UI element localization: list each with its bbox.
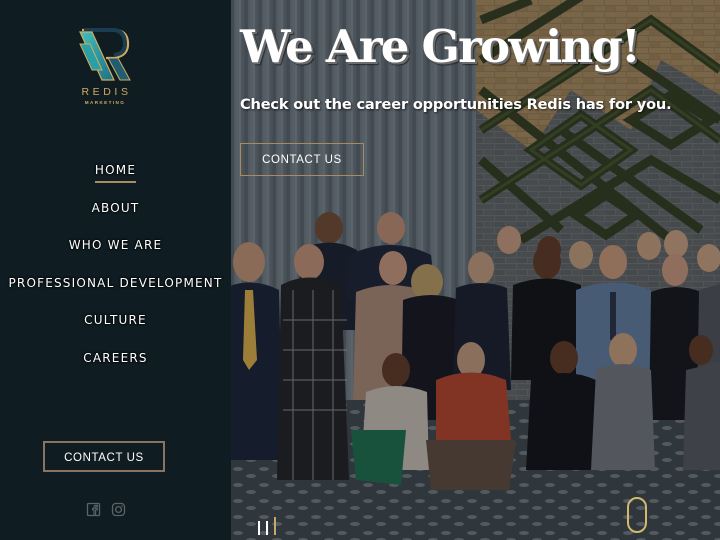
nav-item-home[interactable]: HOME	[0, 160, 231, 198]
brand-logo[interactable]: REDIS MARKETING	[70, 24, 140, 108]
instagram-icon[interactable]	[111, 502, 126, 517]
nav-item-who-we-are[interactable]: WHO WE ARE	[0, 235, 231, 273]
redis-r-monogram-icon	[79, 28, 131, 81]
slider-pagination	[258, 517, 276, 535]
hero-section: We Are Growing! Check out the career opp…	[231, 0, 720, 540]
sidebar-contact-button[interactable]: CONTACT US	[43, 441, 165, 472]
scroll-down-indicator[interactable]	[627, 497, 647, 533]
main-nav: HOME ABOUT WHO WE ARE PROFESSIONAL DEVEL…	[0, 160, 231, 386]
nav-item-careers[interactable]: CAREERS	[0, 348, 231, 386]
brand-tagline: MARKETING	[84, 100, 126, 105]
hero-overlay	[231, 0, 720, 540]
hero-subtitle: Check out the career opportunities Redis…	[240, 96, 672, 113]
slide-indicator-3[interactable]	[274, 517, 276, 535]
nav-item-professional-development[interactable]: PROFESSIONAL DEVELOPMENT	[0, 273, 231, 311]
slide-indicator-2[interactable]	[266, 521, 268, 535]
sidebar: REDIS MARKETING HOME ABOUT WHO WE ARE PR…	[0, 0, 231, 540]
nav-item-culture[interactable]: CULTURE	[0, 310, 231, 348]
hero-title: We Are Growing!	[240, 20, 641, 73]
brand-name: REDIS	[81, 86, 132, 98]
slide-indicator-1[interactable]	[258, 521, 260, 535]
hero-contact-button[interactable]: CONTACT US	[240, 143, 364, 176]
facebook-icon[interactable]	[86, 502, 101, 517]
nav-item-about[interactable]: ABOUT	[0, 198, 231, 236]
social-links	[86, 502, 126, 517]
